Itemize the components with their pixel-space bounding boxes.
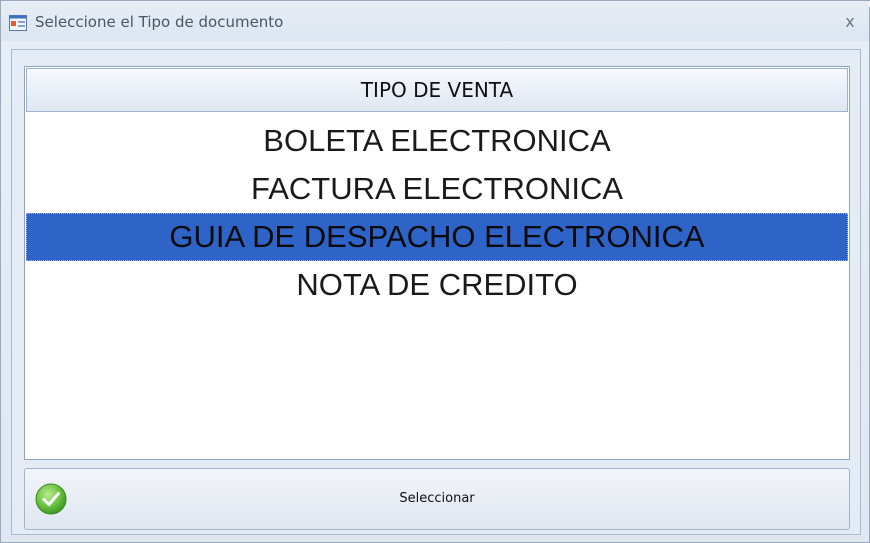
close-icon: x: [845, 12, 855, 31]
list-item-selected[interactable]: GUIA DE DESPACHO ELECTRONICA: [26, 213, 848, 261]
select-button[interactable]: Seleccionar: [24, 468, 850, 530]
list-item[interactable]: NOTA DE CREDITO: [26, 261, 848, 309]
close-button[interactable]: x: [839, 11, 861, 33]
document-type-list[interactable]: TIPO DE VENTA BOLETA ELECTRONICA FACTURA…: [24, 66, 850, 460]
list-header[interactable]: TIPO DE VENTA: [26, 68, 848, 112]
title-bar[interactable]: Seleccione el Tipo de documento x: [1, 1, 869, 41]
dialog-content: TIPO DE VENTA BOLETA ELECTRONICA FACTURA…: [11, 49, 861, 535]
application-icon: [9, 15, 27, 31]
select-button-label: Seleccionar: [399, 491, 475, 506]
list-rows: BOLETA ELECTRONICA FACTURA ELECTRONICA G…: [26, 117, 848, 309]
dialog-window: Seleccione el Tipo de documento x TIPO D…: [0, 0, 870, 543]
list-item[interactable]: BOLETA ELECTRONICA: [26, 117, 848, 165]
window-title: Seleccione el Tipo de documento: [35, 13, 284, 31]
list-item[interactable]: FACTURA ELECTRONICA: [26, 165, 848, 213]
